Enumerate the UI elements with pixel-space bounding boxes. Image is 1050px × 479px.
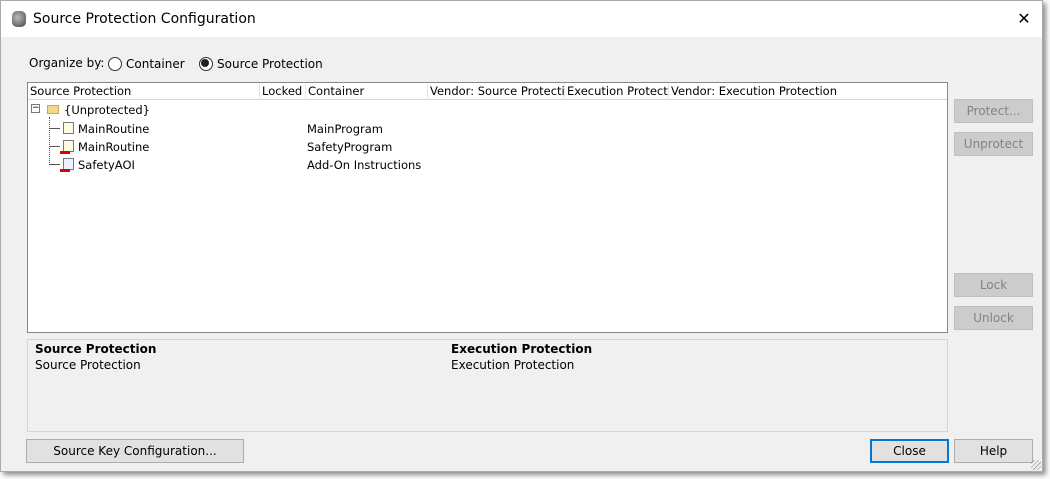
unlock-button[interactable]: Unlock xyxy=(954,306,1033,330)
app-icon xyxy=(12,11,26,27)
exec-heading: Execution Protection xyxy=(451,342,593,356)
tree-branch xyxy=(50,146,60,147)
row-name: MainRoutine xyxy=(78,122,150,136)
group-label: {Unprotected} xyxy=(64,103,150,117)
protection-tree-list[interactable]: Source Protection Locked Container Vendo… xyxy=(27,82,948,333)
window-title: Source Protection Configuration xyxy=(33,11,256,27)
organize-label: Organize by: xyxy=(29,56,105,70)
close-button[interactable]: Close xyxy=(870,439,949,463)
column-headers: Source Protection Locked Container Vendo… xyxy=(28,83,947,100)
protect-button[interactable]: Protect... xyxy=(954,99,1033,123)
table-row[interactable]: MainRoutine MainProgram xyxy=(28,120,947,138)
safety-aoi-icon xyxy=(60,158,74,172)
collapse-icon[interactable]: − xyxy=(31,104,40,113)
help-button[interactable]: Help xyxy=(954,439,1033,463)
details-panel: Source Protection Source Protection Exec… xyxy=(27,339,948,432)
col-source-protection[interactable]: Source Protection xyxy=(28,84,260,100)
source-key-configuration-button[interactable]: Source Key Configuration... xyxy=(26,439,244,463)
lock-button[interactable]: Lock xyxy=(954,273,1033,297)
row-name: SafetyAOI xyxy=(78,158,135,172)
safety-routine-icon xyxy=(60,140,74,154)
col-container[interactable]: Container xyxy=(306,84,428,100)
source-value: Source Protection xyxy=(35,358,141,372)
col-locked[interactable]: Locked xyxy=(260,84,306,100)
radio-circle[interactable] xyxy=(108,57,122,71)
tree-branch xyxy=(50,128,60,129)
row-container: SafetyProgram xyxy=(307,140,393,154)
radio-source-protection[interactable]: Source Protection xyxy=(199,57,323,74)
row-container: MainProgram xyxy=(307,122,383,136)
tree-branch xyxy=(50,164,60,165)
resize-grip[interactable] xyxy=(1031,460,1041,470)
row-name: MainRoutine xyxy=(78,140,150,154)
tree-group-unprotected[interactable]: − {Unprotected} xyxy=(28,101,947,119)
folder-icon xyxy=(47,105,59,114)
close-icon[interactable]: ✕ xyxy=(1014,9,1034,28)
dialog-window: Source Protection Configuration ✕ Organi… xyxy=(0,0,1043,472)
radio-label: Container xyxy=(126,57,185,71)
radio-label: Source Protection xyxy=(217,57,323,71)
unprotect-button[interactable]: Unprotect xyxy=(954,132,1033,156)
table-row[interactable]: MainRoutine SafetyProgram xyxy=(28,138,947,156)
row-container: Add-On Instructions xyxy=(307,158,422,172)
table-row[interactable]: SafetyAOI Add-On Instructions xyxy=(28,156,947,174)
radio-circle-selected[interactable] xyxy=(199,57,213,71)
exec-value: Execution Protection xyxy=(451,358,575,372)
source-heading: Source Protection xyxy=(35,342,157,356)
col-vendor-source[interactable]: Vendor: Source Protection xyxy=(428,84,565,100)
title-bar: Source Protection Configuration ✕ xyxy=(1,1,1042,37)
radio-container[interactable]: Container xyxy=(108,57,185,74)
col-execution[interactable]: Execution Protection xyxy=(565,84,669,100)
routine-icon xyxy=(63,122,74,134)
col-vendor-execution[interactable]: Vendor: Execution Protection xyxy=(669,84,869,100)
